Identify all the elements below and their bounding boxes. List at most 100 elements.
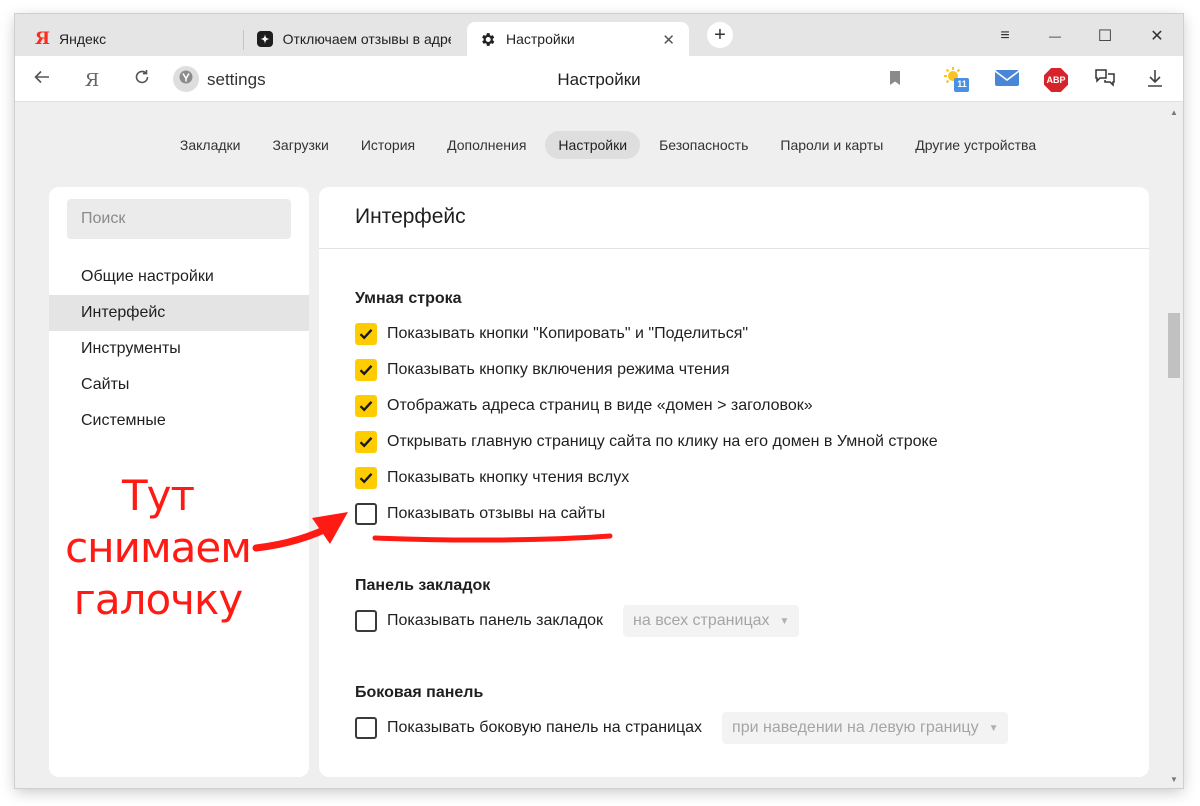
- site-info-button[interactable]: [173, 66, 199, 92]
- mail-icon: [994, 68, 1020, 93]
- bookmarks-bar-select[interactable]: на всех страницах ▼: [623, 605, 800, 637]
- option-reading-mode-button[interactable]: Показывать кнопку включения режима чтени…: [355, 359, 730, 381]
- nav-settings[interactable]: Настройки: [545, 131, 641, 159]
- annotation-line-1: Тут снимаем: [65, 471, 252, 572]
- sidebar-item-interface[interactable]: Интерфейс: [49, 295, 309, 331]
- chevron-down-icon: ▼: [988, 722, 999, 734]
- adblock-plus-icon: ABP: [1044, 68, 1068, 92]
- hamburger-icon: ≡: [1000, 27, 1010, 44]
- downloads-button[interactable]: [1141, 66, 1169, 94]
- nav-extensions[interactable]: Дополнения: [434, 131, 539, 159]
- settings-panel: Интерфейс Умная строка Показывать кнопки…: [319, 187, 1149, 777]
- close-window-button[interactable]: ✕: [1145, 24, 1169, 48]
- nav-bookmarks[interactable]: Закладки: [167, 131, 254, 159]
- scroll-up-arrow-icon[interactable]: ▲: [1165, 105, 1183, 119]
- tab-separator: [243, 30, 244, 50]
- calendar-badge: 11: [957, 79, 967, 89]
- option-label: Показывать панель закладок: [387, 612, 604, 629]
- tab-yandex[interactable]: Я Яндекс: [23, 22, 241, 56]
- checkbox-unchecked[interactable]: [355, 503, 377, 525]
- option-read-aloud-button[interactable]: Показывать кнопку чтения вслух: [355, 467, 629, 489]
- download-icon: [1146, 68, 1164, 93]
- scroll-thumb[interactable]: [1168, 313, 1180, 378]
- option-label: Показывать кнопку чтения вслух: [387, 469, 630, 486]
- option-label: Открывать главную страницу сайта по клик…: [387, 433, 938, 450]
- section-title-smart-bar: Умная строка: [355, 290, 462, 307]
- tab-settings[interactable]: Настройки ✕: [467, 22, 689, 56]
- option-domain-title-addresses[interactable]: Отображать адреса страниц в виде «домен …: [355, 395, 813, 417]
- scroll-down-arrow-icon[interactable]: ▼: [1165, 772, 1183, 786]
- yandex-home-button[interactable]: Я: [79, 67, 105, 93]
- option-show-site-reviews[interactable]: Показывать отзывы на сайты: [355, 503, 605, 525]
- side-panel-select[interactable]: при наведении на левую границу ▼: [722, 712, 1009, 744]
- tab-article[interactable]: Отключаем отзывы в адре: [245, 22, 463, 56]
- option-label: Показывать кнопку включения режима чтени…: [387, 361, 730, 378]
- nav-security[interactable]: Безопасность: [646, 131, 761, 159]
- close-icon[interactable]: ✕: [662, 31, 675, 49]
- sidebar-item-system[interactable]: Системные: [49, 403, 309, 439]
- maximize-button[interactable]: ☐: [1093, 24, 1117, 48]
- select-value: на всех страницах: [633, 612, 770, 629]
- nav-history[interactable]: История: [348, 131, 428, 159]
- menu-button[interactable]: ≡: [993, 24, 1017, 48]
- select-value: при наведении на левую границу: [732, 719, 979, 736]
- minimize-button[interactable]: —: [1043, 24, 1067, 48]
- plus-icon: +: [714, 23, 726, 46]
- option-open-home-by-domain[interactable]: Открывать главную страницу сайта по клик…: [355, 431, 938, 453]
- calendar-sun-icon: 11: [943, 66, 971, 94]
- mail-button[interactable]: [993, 66, 1021, 94]
- gear-icon: [479, 31, 496, 48]
- settings-page: Закладки Загрузки История Дополнения Нас…: [15, 103, 1165, 788]
- tab-strip: Я Яндекс Отключаем отзывы в адре Настрой…: [15, 14, 1183, 56]
- option-label: Показывать отзывы на сайты: [387, 505, 606, 522]
- checkbox-unchecked[interactable]: [355, 717, 377, 739]
- top-nav: Закладки Загрузки История Дополнения Нас…: [15, 131, 1165, 159]
- option-copy-share-buttons[interactable]: Показывать кнопки "Копировать" и "Подели…: [355, 323, 748, 345]
- nav-other-devices[interactable]: Другие устройства: [902, 131, 1049, 159]
- bookmark-button[interactable]: [881, 66, 909, 94]
- section-title-side-panel: Боковая панель: [355, 684, 484, 701]
- option-show-bookmarks-bar[interactable]: Показывать панель закладок на всех стран…: [355, 605, 800, 637]
- reload-button[interactable]: [129, 67, 155, 93]
- sidebar-item-sites[interactable]: Сайты: [49, 367, 309, 403]
- nav-passwords-cards[interactable]: Пароли и карты: [767, 131, 896, 159]
- vertical-scrollbar[interactable]: ▲ ▼: [1165, 103, 1183, 788]
- sidebar-list: Общие настройки Интерфейс Инструменты Са…: [49, 259, 309, 439]
- adblock-plus-button[interactable]: ABP: [1042, 66, 1070, 94]
- option-show-side-panel[interactable]: Показывать боковую панель на страницах п…: [355, 712, 1009, 744]
- checkbox-checked[interactable]: [355, 431, 377, 453]
- reload-icon: [133, 68, 151, 92]
- close-icon: ✕: [1150, 28, 1164, 45]
- checkbox-unchecked[interactable]: [355, 610, 377, 632]
- maximize-icon: ☐: [1097, 28, 1113, 45]
- yandex-browser-icon: [179, 70, 193, 89]
- search-input[interactable]: [67, 199, 291, 239]
- sidebar-item-tools[interactable]: Инструменты: [49, 331, 309, 367]
- chat-bubbles-icon: [1093, 67, 1117, 94]
- bookmark-icon: [888, 70, 902, 91]
- tab-label: Отключаем отзывы в адре: [282, 31, 451, 47]
- zen-star-icon: [257, 31, 273, 47]
- annotation-line-2: галочку: [73, 575, 243, 624]
- checkbox-checked[interactable]: [355, 323, 377, 345]
- annotation-text: Тут снимаем галочку: [28, 470, 288, 626]
- sidebar-item-general[interactable]: Общие настройки: [49, 259, 309, 295]
- checkbox-checked[interactable]: [355, 395, 377, 417]
- back-button[interactable]: [29, 67, 55, 93]
- checkbox-checked[interactable]: [355, 467, 377, 489]
- nav-downloads[interactable]: Загрузки: [259, 131, 341, 159]
- browser-window: Я Яндекс Отключаем отзывы в адре Настрой…: [15, 14, 1183, 788]
- yandex-logo-icon: Я: [35, 29, 50, 49]
- address-text[interactable]: settings: [207, 70, 266, 90]
- new-tab-button[interactable]: +: [707, 22, 733, 48]
- panel-title: Интерфейс: [319, 187, 1149, 249]
- option-label: Отображать адреса страниц в виде «домен …: [387, 397, 813, 414]
- calendar-extension-button[interactable]: 11: [943, 66, 971, 94]
- minimize-icon: —: [1049, 29, 1061, 43]
- extension-button[interactable]: [1091, 66, 1119, 94]
- address-bar: Я settings Настройки 11 ABP: [15, 56, 1183, 102]
- checkbox-checked[interactable]: [355, 359, 377, 381]
- tab-label: Яндекс: [59, 31, 107, 47]
- tab-label: Настройки: [506, 31, 575, 47]
- option-label: Показывать кнопки "Копировать" и "Подели…: [387, 325, 749, 342]
